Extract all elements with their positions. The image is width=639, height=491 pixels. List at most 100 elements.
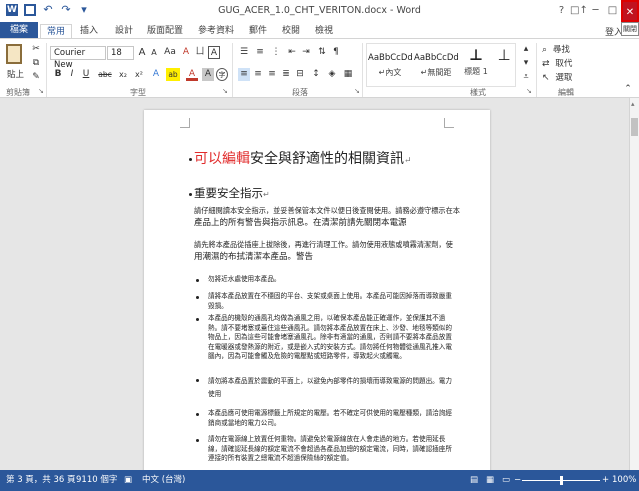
tab-review[interactable]: 校閱 xyxy=(276,24,306,38)
subscript-button[interactable]: x₂ xyxy=(116,68,130,81)
tab-layout[interactable]: 版面配置 xyxy=(141,24,189,38)
save-icon[interactable] xyxy=(24,4,36,16)
multilevel-list-icon[interactable]: ⋮ xyxy=(270,46,282,59)
web-layout-icon[interactable]: ▭ xyxy=(502,470,510,491)
highlight-button[interactable]: ab xyxy=(166,68,180,81)
grow-font-button[interactable]: A xyxy=(136,46,148,59)
list-item[interactable]: 請將本產品放置在不穩固的平台、支架或桌面上使用。本產品可能因掉落而導致嚴重毀損。 xyxy=(208,292,458,311)
document-page[interactable]: 可以編輯安全與舒適性的相關資訊↵ 重要安全指示↵ 請仔細閱讀本安全指示，並妥善保… xyxy=(144,110,490,490)
tab-references[interactable]: 參考資料 xyxy=(192,24,240,38)
styles-scroll-up-icon[interactable]: ▴ xyxy=(520,43,532,56)
tab-home[interactable]: 常用 xyxy=(40,24,73,38)
document-title[interactable]: 可以編輯安全與舒適性的相關資訊↵ xyxy=(194,148,412,168)
copy-icon[interactable]: ⧉ xyxy=(30,57,42,70)
list-item[interactable]: 本產品的機殼的通風孔均做為通風之用，以確保本產品能正確運作，並保護其不過熱。請不… xyxy=(208,314,458,362)
paragraph-cleaning[interactable]: 請先將本產品從插座上拔除後，再進行清理工作。請勿使用液態或噴霧清潔劑，使 用潮濕… xyxy=(194,238,490,264)
window-title: GUG_ACER_1.0_CHT_VERITON.docx - Word xyxy=(218,5,421,16)
character-border-button[interactable]: A xyxy=(208,46,220,59)
underline-button[interactable]: U xyxy=(80,68,92,81)
font-name-field[interactable]: Courier New xyxy=(50,46,106,70)
section-heading[interactable]: 重要安全指示↵ xyxy=(194,185,270,201)
cut-icon[interactable]: ✂ xyxy=(30,43,42,56)
text-effects-button[interactable]: A xyxy=(150,68,162,81)
redo-icon[interactable]: ↷ xyxy=(60,4,72,16)
proofing-icon[interactable]: ▣ xyxy=(124,470,132,491)
clear-format-button[interactable]: A xyxy=(180,46,192,59)
sort-icon[interactable]: ⇅ xyxy=(316,46,328,59)
styles-launcher-icon[interactable]: ↘ xyxy=(526,87,532,95)
group-divider xyxy=(536,43,537,97)
help-button[interactable]: ? xyxy=(553,0,570,22)
scroll-up-icon[interactable]: ▴ xyxy=(631,100,635,108)
styles-more-icon[interactable]: ⩡ xyxy=(520,71,532,84)
shrink-font-button[interactable]: A xyxy=(148,46,160,59)
style-normal[interactable]: AaBbCcDd ↵內文 xyxy=(368,43,413,87)
style-no-spacing[interactable]: AaBbCcDd ↵無間距 xyxy=(414,43,459,87)
tab-insert[interactable]: 插入 xyxy=(74,24,104,38)
style-heading-2[interactable]: ⊥ xyxy=(494,43,514,87)
zoom-in-button[interactable]: + xyxy=(602,470,609,491)
line-spacing-icon[interactable]: ↕ xyxy=(310,68,322,81)
bullets-icon[interactable]: ☰ xyxy=(238,46,250,59)
ribbon-display-button[interactable]: □↑ xyxy=(570,0,588,22)
align-center-icon[interactable]: ≡ xyxy=(252,68,264,81)
page-count[interactable]: 第 3 頁，共 36 頁 xyxy=(6,470,76,491)
character-shading-button[interactable]: A xyxy=(202,68,214,81)
language-indicator[interactable]: 中文 (台灣) xyxy=(142,470,185,491)
decrease-indent-icon[interactable]: ⇤ xyxy=(286,46,298,59)
list-item[interactable]: 本產品應可使用電源標籤上所規定的電壓。若不確定可供使用的電壓種類，請洽詢經銷商或… xyxy=(208,409,458,428)
bold-button[interactable]: B xyxy=(52,68,64,81)
shading-icon[interactable]: ◈ xyxy=(326,68,338,81)
font-size-field[interactable]: 18 xyxy=(107,46,134,60)
word-icon[interactable]: W xyxy=(6,4,18,16)
print-layout-icon[interactable]: ▦ xyxy=(486,470,494,491)
minimize-button[interactable]: ─ xyxy=(587,0,604,22)
styles-scroll-down-icon[interactable]: ▾ xyxy=(520,57,532,70)
paragraph-launcher-icon[interactable]: ↘ xyxy=(354,87,360,95)
show-marks-icon[interactable]: ¶ xyxy=(330,46,342,59)
scrollbar-thumb[interactable] xyxy=(631,118,638,136)
zoom-out-button[interactable]: − xyxy=(514,470,521,491)
distributed-icon[interactable]: ⊟ xyxy=(294,68,306,81)
word-count[interactable]: 9110 個字 xyxy=(76,470,117,491)
clipboard-launcher-icon[interactable]: ↘ xyxy=(38,87,44,95)
vertical-scrollbar[interactable]: ▴ xyxy=(629,98,639,470)
style-heading-1[interactable]: ⊥ 標題 1 xyxy=(460,43,492,87)
customize-icon[interactable]: ▾ xyxy=(78,4,90,16)
read-mode-icon[interactable]: ▤ xyxy=(470,470,478,491)
zoom-slider-thumb[interactable] xyxy=(560,476,563,485)
increase-indent-icon[interactable]: ⇥ xyxy=(300,46,312,59)
paragraph-safety-intro[interactable]: 請仔細閱讀本安全指示，並妥善保管本文件以便日後查閱使用。請務必遵守標示在本 產品… xyxy=(194,204,490,230)
tab-mailings[interactable]: 郵件 xyxy=(243,24,273,38)
list-item[interactable]: 請勿在電源線上放置任何重物。請避免於電源線放在人會走過的地方。若使用延長線，請確… xyxy=(208,435,458,464)
align-right-icon[interactable]: ≡ xyxy=(266,68,278,81)
close-button[interactable]: ✕ xyxy=(621,0,639,22)
italic-button[interactable]: I xyxy=(66,68,78,81)
zoom-level[interactable]: 100% xyxy=(612,470,636,491)
find-button[interactable]: ⌕ 尋找 xyxy=(542,43,602,56)
paste-button[interactable]: 貼上 xyxy=(4,42,26,82)
list-item[interactable]: 請勿將本產品置於震動的平面上，以避免內部零件的損壞而導致電源的問題出。電力使用 xyxy=(208,375,458,401)
tab-design[interactable]: 設計 xyxy=(109,24,139,38)
phonetic-guide-button[interactable]: ㄩ xyxy=(194,46,206,59)
list-item[interactable]: 勿將近水處使用本產品。 xyxy=(208,275,458,285)
strikethrough-button[interactable]: abc xyxy=(96,68,114,81)
undo-icon[interactable]: ↶ xyxy=(42,4,54,16)
collapse-ribbon-icon[interactable]: ⌃ xyxy=(622,83,634,96)
font-launcher-icon[interactable]: ↘ xyxy=(222,87,228,95)
replace-button[interactable]: ⇄ 取代 xyxy=(542,57,602,70)
enclosed-character-button[interactable]: 字 xyxy=(216,68,228,81)
numbering-icon[interactable]: ≡ xyxy=(254,46,266,59)
tab-view[interactable]: 檢視 xyxy=(309,24,339,38)
format-painter-icon[interactable]: ✎ xyxy=(30,71,42,84)
font-color-button[interactable]: A xyxy=(186,68,198,81)
ribbon: 貼上 ✂ ⧉ ✎ 剪貼簿 ↘ Courier New 18 A A Aa A ㄩ… xyxy=(0,38,639,98)
borders-icon[interactable]: ▦ xyxy=(342,68,354,81)
change-case-button[interactable]: Aa xyxy=(162,46,178,59)
tab-file[interactable]: 檔案 xyxy=(0,22,38,38)
select-button[interactable]: ↖ 選取 xyxy=(542,71,602,84)
align-left-icon[interactable]: ≡ xyxy=(238,68,250,81)
justify-icon[interactable]: ≣ xyxy=(280,68,292,81)
maximize-button[interactable]: □ xyxy=(604,0,621,22)
superscript-button[interactable]: x² xyxy=(132,68,146,81)
